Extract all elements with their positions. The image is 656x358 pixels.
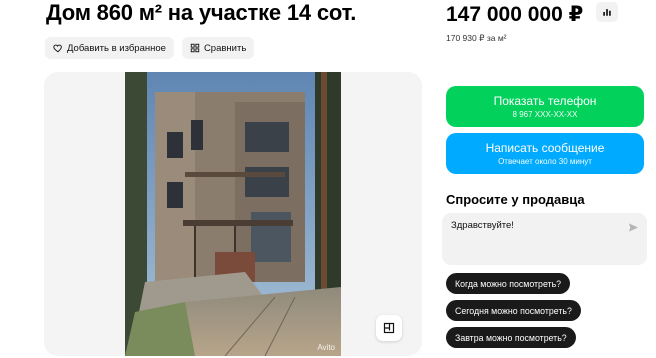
quick-question-button[interactable]: Сегодня можно посмотреть? xyxy=(446,300,581,321)
send-icon[interactable] xyxy=(628,222,639,233)
price-chart-icon xyxy=(603,9,611,16)
price: 147 000 000 ₽ xyxy=(446,3,584,26)
photo-watermark: Avito xyxy=(317,343,335,352)
add-to-favorites-button[interactable]: Добавить в избранное xyxy=(45,37,174,59)
listing-actions: Добавить в избранное Сравнить xyxy=(45,37,255,59)
write-message-label: Написать сообщение xyxy=(485,140,605,155)
message-input-value: Здравствуйте! xyxy=(451,220,514,231)
floor-plan-icon xyxy=(383,322,395,334)
show-phone-label: Показать телефон xyxy=(493,93,597,108)
compare-button[interactable]: Сравнить xyxy=(181,37,255,59)
favorites-label: Добавить в избранное xyxy=(67,42,166,54)
show-phone-button[interactable]: Показать телефон 8 967 XXX-XX-XX xyxy=(446,86,644,127)
write-message-button[interactable]: Написать сообщение Отвечает около 30 мин… xyxy=(446,133,644,174)
response-time: Отвечает около 30 минут xyxy=(498,156,592,166)
price-history-button[interactable] xyxy=(596,2,618,22)
quick-question-button[interactable]: Завтра можно посмотреть? xyxy=(446,327,576,348)
photo-gallery[interactable]: Avito xyxy=(44,72,422,356)
house-photo[interactable]: Avito xyxy=(125,72,341,356)
compare-label: Сравнить xyxy=(203,42,247,54)
heart-icon xyxy=(53,44,62,53)
house-photo-image xyxy=(125,72,341,356)
message-input[interactable]: Здравствуйте! xyxy=(442,213,647,265)
phone-masked: 8 967 XXX-XX-XX xyxy=(512,109,578,119)
quick-question-button[interactable]: Когда можно посмотреть? xyxy=(446,273,571,294)
listing-title: Дом 860 м² на участке 14 сот. xyxy=(46,0,357,25)
compare-icon xyxy=(190,43,200,53)
floor-plan-button[interactable] xyxy=(376,315,402,341)
ask-seller-title: Спросите у продавца xyxy=(446,192,585,207)
price-per-sqm: 170 930 ₽ за м² xyxy=(446,33,507,43)
